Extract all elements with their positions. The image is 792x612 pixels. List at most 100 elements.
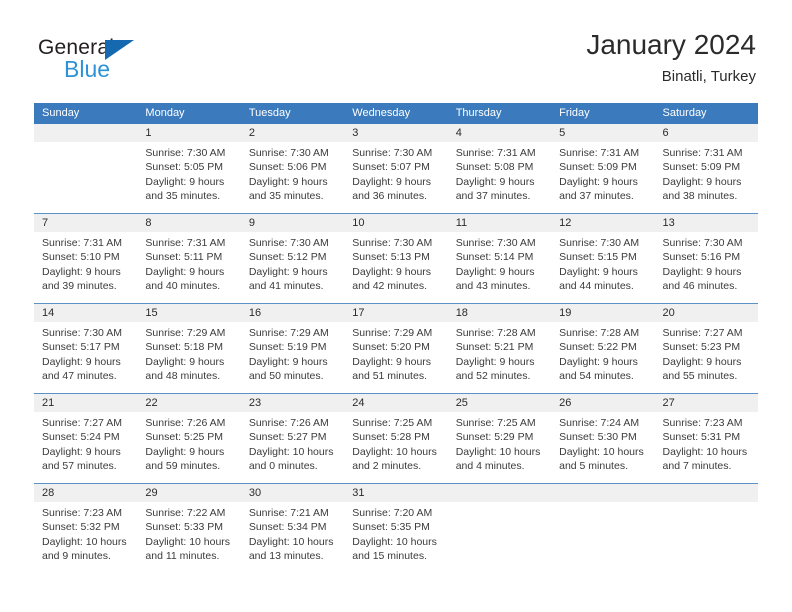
week-cells: 28 Sunrise: 7:23 AM Sunset: 5:32 PM Dayligh… (34, 484, 758, 573)
daylight-text: Daylight: 9 hours (42, 445, 121, 458)
day-number: 27 (654, 394, 758, 412)
day-cell-24[interactable]: 24 Sunrise: 7:25 AM Sunset: 5:28 PM Dayligh… (344, 394, 448, 483)
sunset-text: Sunset: 5:32 PM (42, 521, 120, 534)
calendar-week-row: 1 Sunrise: 7:30 AM Sunset: 5:05 PM Daylight… (34, 124, 758, 213)
day-cell-31[interactable]: 31 Sunrise: 7:20 AM Sunset: 5:35 PM Dayligh… (344, 484, 448, 573)
weekday-header-sunday: Sunday (42, 107, 80, 119)
daylight-text: Daylight: 9 hours (559, 265, 638, 278)
day-cell-17[interactable]: 17 Sunrise: 7:29 AM Sunset: 5:20 PM Dayligh… (344, 304, 448, 393)
daylight-text: Daylight: 10 hours (42, 535, 127, 548)
sunrise-text: Sunrise: 7:24 AM (559, 417, 640, 429)
day-cell-26[interactable]: 26 Sunrise: 7:24 AM Sunset: 5:30 PM Dayligh… (551, 394, 655, 483)
day-number: 13 (654, 214, 758, 232)
sunrise-text: Sunrise: 7:27 AM (662, 327, 743, 339)
daylight-text-cont: and 57 minutes. (42, 459, 117, 472)
day-number: 25 (447, 394, 552, 412)
day-cell-12[interactable]: 12 Sunrise: 7:30 AM Sunset: 5:15 PM Dayligh… (551, 214, 655, 303)
sunset-text: Sunset: 5:17 PM (42, 341, 120, 354)
daylight-text: Daylight: 10 hours (248, 445, 334, 458)
sunset-text: Sunset: 5:22 PM (559, 341, 637, 354)
day-cell-23[interactable]: 23 Sunrise: 7:26 AM Sunset: 5:27 PM Dayligh… (240, 394, 345, 483)
daylight-text: Daylight: 9 hours (248, 175, 328, 188)
sunrise-text: Sunrise: 7:26 AM (145, 417, 226, 429)
day-number: 17 (344, 304, 448, 322)
sunrise-text: Sunrise: 7:31 AM (42, 237, 122, 249)
day-cell-30[interactable]: 30 Sunrise: 7:21 AM Sunset: 5:34 PM Dayligh… (240, 484, 345, 573)
day-cell-13[interactable]: 13 Sunrise: 7:30 AM Sunset: 5:16 PM Dayligh… (654, 214, 758, 303)
daylight-text-cont: and 2 minutes. (352, 459, 422, 472)
sunrise-text: Sunrise: 7:29 AM (145, 327, 226, 339)
daylight-text: Daylight: 9 hours (352, 355, 432, 368)
day-details: Sunrise: 7:26 AM Sunset: 5:25 PM Daylight:… (137, 412, 240, 473)
daylight-text-cont: and 46 minutes. (662, 279, 738, 292)
day-cell-21[interactable]: 21 Sunrise: 7:27 AM Sunset: 5:24 PM Dayligh… (34, 394, 138, 483)
sunrise-text: Sunrise: 7:28 AM (455, 327, 536, 339)
day-details (551, 502, 654, 506)
day-number: 11 (447, 214, 552, 232)
daylight-text-cont: and 55 minutes. (662, 369, 738, 382)
daylight-text: Daylight: 9 hours (145, 445, 225, 458)
day-cell-2[interactable]: 2 Sunrise: 7:30 AM Sunset: 5:06 PM Daylight… (240, 124, 345, 213)
daylight-text-cont: and 35 minutes. (248, 189, 324, 202)
day-cell-27[interactable]: 27 Sunrise: 7:23 AM Sunset: 5:31 PM Dayligh… (654, 394, 758, 483)
daylight-text: Daylight: 9 hours (42, 265, 121, 278)
day-cell-25[interactable]: 25 Sunrise: 7:25 AM Sunset: 5:29 PM Dayligh… (447, 394, 552, 483)
sunset-text: Sunset: 5:07 PM (352, 161, 430, 174)
day-cell-22[interactable]: 22 Sunrise: 7:26 AM Sunset: 5:25 PM Dayligh… (137, 394, 241, 483)
sunrise-text: Sunrise: 7:26 AM (248, 417, 329, 429)
sunset-text: Sunset: 5:34 PM (248, 521, 327, 534)
day-number: 28 (34, 484, 138, 502)
daylight-text-cont: and 40 minutes. (145, 279, 221, 292)
day-cell-empty (551, 484, 655, 573)
day-details: Sunrise: 7:20 AM Sunset: 5:35 PM Daylight:… (344, 502, 447, 563)
day-number: 12 (551, 214, 655, 232)
daylight-text: Daylight: 9 hours (248, 265, 328, 278)
day-cell-4[interactable]: 4 Sunrise: 7:31 AM Sunset: 5:08 PM Daylight… (447, 124, 552, 213)
day-details: Sunrise: 7:30 AM Sunset: 5:16 PM Daylight:… (655, 232, 758, 293)
day-details (655, 502, 758, 506)
day-cell-14[interactable]: 14 Sunrise: 7:30 AM Sunset: 5:17 PM Dayligh… (34, 304, 138, 393)
day-number: 8 (137, 214, 241, 232)
day-details: Sunrise: 7:24 AM Sunset: 5:30 PM Daylight:… (551, 412, 654, 473)
daylight-text: Daylight: 9 hours (145, 265, 225, 278)
day-cell-1[interactable]: 1 Sunrise: 7:30 AM Sunset: 5:05 PM Daylight… (137, 124, 241, 213)
daylight-text: Daylight: 10 hours (455, 445, 541, 458)
sunset-text: Sunset: 5:16 PM (662, 251, 741, 264)
day-cell-empty (34, 124, 138, 213)
day-number: 2 (240, 124, 345, 142)
day-cell-5[interactable]: 5 Sunrise: 7:31 AM Sunset: 5:09 PM Daylight… (551, 124, 655, 213)
sunrise-text: Sunrise: 7:30 AM (455, 237, 536, 249)
sunrise-text: Sunrise: 7:21 AM (248, 507, 329, 519)
day-cell-3[interactable]: 3 Sunrise: 7:30 AM Sunset: 5:07 PM Daylight… (344, 124, 448, 213)
day-cell-7[interactable]: 7 Sunrise: 7:31 AM Sunset: 5:10 PM Daylight… (34, 214, 138, 303)
day-number: 6 (654, 124, 758, 142)
day-number: 19 (551, 304, 655, 322)
day-cell-28[interactable]: 28 Sunrise: 7:23 AM Sunset: 5:32 PM Dayligh… (34, 484, 138, 573)
sunrise-text: Sunrise: 7:31 AM (559, 147, 640, 159)
day-cell-15[interactable]: 15 Sunrise: 7:29 AM Sunset: 5:18 PM Dayligh… (137, 304, 241, 393)
day-cell-20[interactable]: 20 Sunrise: 7:27 AM Sunset: 5:23 PM Dayligh… (654, 304, 758, 393)
general-blue-logo[interactable]: General Blue (38, 36, 188, 86)
sunset-text: Sunset: 5:11 PM (145, 251, 223, 264)
daylight-text-cont: and 13 minutes. (248, 549, 324, 562)
daylight-text: Daylight: 10 hours (145, 535, 231, 548)
daylight-text-cont: and 42 minutes. (352, 279, 427, 292)
day-cell-6[interactable]: 6 Sunrise: 7:31 AM Sunset: 5:09 PM Daylight… (654, 124, 758, 213)
day-number (551, 484, 655, 502)
day-cell-9[interactable]: 9 Sunrise: 7:30 AM Sunset: 5:12 PM Daylight… (240, 214, 345, 303)
daylight-text: Daylight: 9 hours (145, 355, 225, 368)
day-cell-16[interactable]: 16 Sunrise: 7:29 AM Sunset: 5:19 PM Dayligh… (240, 304, 345, 393)
day-cell-10[interactable]: 10 Sunrise: 7:30 AM Sunset: 5:13 PM Dayligh… (344, 214, 448, 303)
day-cell-18[interactable]: 18 Sunrise: 7:28 AM Sunset: 5:21 PM Dayligh… (447, 304, 552, 393)
daylight-text-cont: and 15 minutes. (352, 549, 427, 562)
day-number: 16 (240, 304, 345, 322)
day-number: 31 (344, 484, 448, 502)
day-cell-29[interactable]: 29 Sunrise: 7:22 AM Sunset: 5:33 PM Dayligh… (137, 484, 241, 573)
day-cell-8[interactable]: 8 Sunrise: 7:31 AM Sunset: 5:11 PM Daylight… (137, 214, 241, 303)
daylight-text: Daylight: 9 hours (559, 355, 638, 368)
day-cell-11[interactable]: 11 Sunrise: 7:30 AM Sunset: 5:14 PM Dayligh… (447, 214, 552, 303)
daylight-text-cont: and 38 minutes. (662, 189, 738, 202)
day-cell-19[interactable]: 19 Sunrise: 7:28 AM Sunset: 5:22 PM Dayligh… (551, 304, 655, 393)
sunrise-text: Sunrise: 7:22 AM (145, 507, 226, 519)
day-details: Sunrise: 7:30 AM Sunset: 5:06 PM Daylight:… (241, 142, 344, 203)
